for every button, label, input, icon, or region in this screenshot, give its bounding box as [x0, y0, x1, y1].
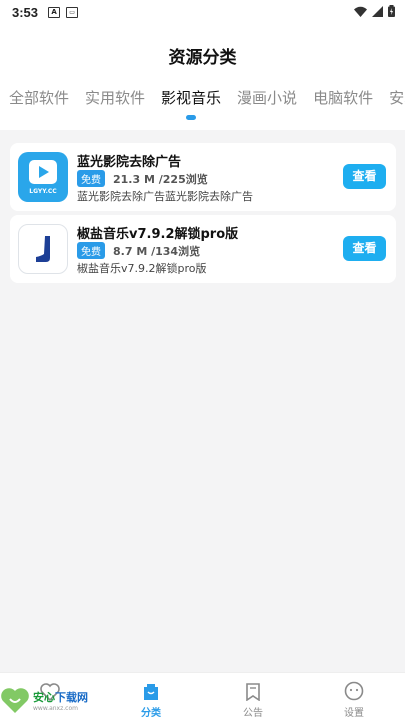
- category-tabs: 全部软件实用软件影视音乐漫画小说电脑软件安卓: [9, 87, 405, 127]
- app-meta: 免费 21.3 M /225浏览: [77, 170, 208, 187]
- tab-pc-software[interactable]: 电脑软件: [313, 87, 373, 108]
- signal-icon: [372, 5, 383, 17]
- list-item[interactable]: LGYY.CC 蓝光影院去除广告 免费 21.3 M /225浏览 蓝光影院去除…: [10, 143, 396, 211]
- page-title: 资源分类: [168, 48, 237, 68]
- tab-all-software[interactable]: 全部软件: [9, 87, 69, 108]
- status-bar: 3:53 A ▭: [0, 0, 405, 24]
- tab-video-music[interactable]: 影视音乐: [161, 87, 221, 120]
- nav-settings-label: 设置: [344, 708, 364, 719]
- watermark-url: www.anxz.com: [33, 704, 78, 712]
- smile-icon: [324, 679, 384, 701]
- tab-android[interactable]: 安卓: [389, 87, 405, 108]
- app-stats: 21.3 M /225浏览: [113, 172, 208, 186]
- status-right-icons: [354, 5, 395, 17]
- app-name: 蓝光影院去除广告: [77, 155, 182, 170]
- category-icon: [121, 679, 181, 701]
- list-item[interactable]: 椒盐音乐v7.9.2解锁pro版 免费 8.7 M /134浏览 椒盐音乐v7.…: [10, 215, 396, 283]
- app-description: 蓝光影院去除广告蓝光影院去除广告: [77, 190, 253, 203]
- view-button[interactable]: 查看: [343, 164, 386, 189]
- app-stats: 8.7 M /134浏览: [113, 244, 201, 258]
- wifi-icon: [354, 6, 367, 17]
- app-icon-jiaoyan: [18, 224, 68, 274]
- bookmark-icon: [223, 679, 283, 701]
- notification-icons: A ▭: [48, 6, 79, 18]
- app-name: 椒盐音乐v7.9.2解锁pro版: [77, 227, 239, 242]
- nav-notice[interactable]: 公告: [223, 673, 283, 719]
- nav-category[interactable]: 分类: [121, 673, 181, 719]
- status-time: 3:53: [12, 4, 39, 20]
- watermark: 安心下载网 www.anxz.com: [0, 682, 110, 718]
- app-icon-lgyy: LGYY.CC: [18, 152, 68, 202]
- free-badge: 免费: [77, 170, 105, 187]
- free-badge: 免费: [77, 242, 105, 259]
- watermark-logo-icon: [1, 688, 29, 713]
- watermark-title-blue: 下载网: [55, 690, 88, 704]
- app-meta: 免费 8.7 M /134浏览: [77, 242, 200, 259]
- tab-utility-software[interactable]: 实用软件: [85, 87, 145, 108]
- tab-comics-novels[interactable]: 漫画小说: [237, 87, 297, 108]
- app-icon-text: LGYY.CC: [29, 188, 57, 195]
- nav-settings[interactable]: 设置: [324, 673, 384, 719]
- notification-a-icon: A: [48, 6, 61, 18]
- watermark-title-green: 安心: [33, 690, 55, 704]
- nav-category-label: 分类: [141, 708, 161, 719]
- nav-notice-label: 公告: [243, 708, 263, 719]
- view-button[interactable]: 查看: [343, 236, 386, 261]
- notification-card-icon: ▭: [66, 6, 79, 18]
- app-description: 椒盐音乐v7.9.2解锁pro版: [77, 262, 207, 275]
- battery-icon: [388, 5, 395, 17]
- app-list: LGYY.CC 蓝光影院去除广告 免费 21.3 M /225浏览 蓝光影院去除…: [10, 143, 396, 287]
- header: 资源分类 全部软件实用软件影视音乐漫画小说电脑软件安卓: [0, 24, 405, 130]
- letter-j-icon: [36, 236, 50, 262]
